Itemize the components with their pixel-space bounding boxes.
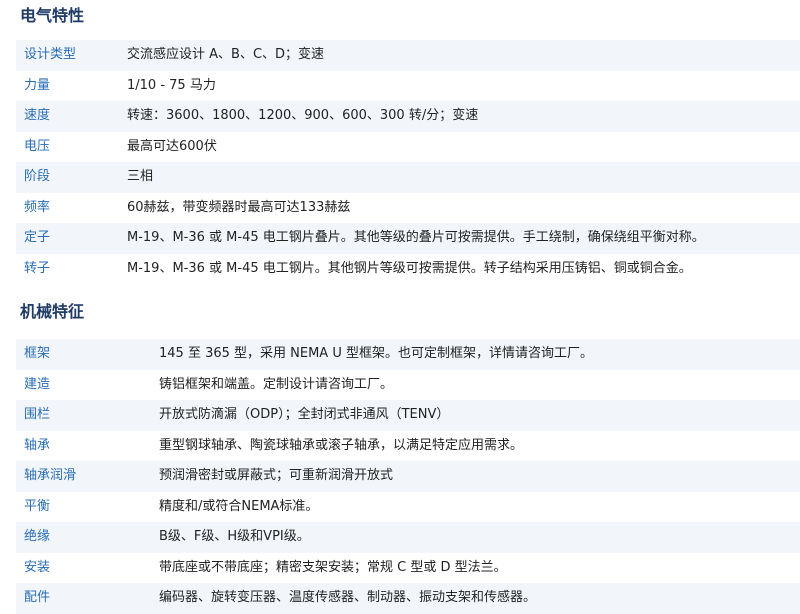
spec-label: 建造: [16, 369, 159, 400]
table-row: 频率 60赫兹，带变频器时最高可达133赫兹: [16, 192, 800, 223]
spec-value: 转速：3600、1800、1200、900、600、300 转/分；变速: [127, 101, 800, 132]
spec-value: 重型钢球轴承、陶瓷球轴承或滚子轴承，以满足特定应用需求。: [159, 430, 800, 461]
table-row: 转子 M-19、M-36 或 M-45 电工钢片。其他钢片等级可按需提供。转子结…: [16, 253, 800, 284]
spec-label: 框架: [16, 339, 159, 370]
spec-label: 安装: [16, 552, 159, 583]
spec-value: 145 至 365 型，采用 NEMA U 型框架。也可定制框架，详情请咨询工厂…: [159, 339, 800, 370]
spec-label: 速度: [16, 101, 127, 132]
electrical-spec-table: 设计类型 交流感应设计 A、B、C、D；变速 力量 1/10 - 75 马力 速…: [16, 40, 800, 284]
mechanical-section-title: 机械特征: [20, 302, 85, 321]
table-row: 阶段 三相: [16, 162, 800, 193]
spec-value: 交流感应设计 A、B、C、D；变速: [127, 40, 800, 71]
table-row: 平衡 精度和/或符合NEMA标准。: [16, 491, 800, 522]
spec-value: 最高可达600伏: [127, 131, 800, 162]
table-row: 设计类型 交流感应设计 A、B、C、D；变速: [16, 40, 800, 71]
table-row: 配件 编码器、旋转变压器、温度传感器、制动器、振动支架和传感器。: [16, 583, 800, 614]
spec-label: 围栏: [16, 400, 159, 431]
spec-page: 电气特性 设计类型 交流感应设计 A、B、C、D；变速 力量 1/10 - 75…: [0, 0, 800, 614]
spec-value: 铸铝框架和端盖。定制设计请咨询工厂。: [159, 369, 800, 400]
spec-label: 绝缘: [16, 522, 159, 553]
spec-value: 编码器、旋转变压器、温度传感器、制动器、振动支架和传感器。: [159, 583, 800, 614]
spec-value: 60赫兹，带变频器时最高可达133赫兹: [127, 192, 800, 223]
spec-label: 配件: [16, 583, 159, 614]
spec-label: 电压: [16, 131, 127, 162]
spec-label: 定子: [16, 223, 127, 254]
spec-value: 带底座或不带底座；精密支架安装；常规 C 型或 D 型法兰。: [159, 552, 800, 583]
spec-label: 力量: [16, 70, 127, 101]
spec-value: 开放式防滴漏（ODP）；全封闭式非通风（TENV）: [159, 400, 800, 431]
table-row: 框架 145 至 365 型，采用 NEMA U 型框架。也可定制框架，详情请咨…: [16, 339, 800, 370]
table-row: 定子 M-19、M-36 或 M-45 电工钢片叠片。其他等级的叠片可按需提供。…: [16, 223, 800, 254]
spec-value: B级、F级、H级和VPI级。: [159, 522, 800, 553]
table-row: 速度 转速：3600、1800、1200、900、600、300 转/分；变速: [16, 101, 800, 132]
spec-value: M-19、M-36 或 M-45 电工钢片。其他钢片等级可按需提供。转子结构采用…: [127, 253, 800, 284]
mechanical-spec-table: 框架 145 至 365 型，采用 NEMA U 型框架。也可定制框架，详情请咨…: [16, 339, 800, 614]
spec-label: 轴承: [16, 430, 159, 461]
spec-value: M-19、M-36 或 M-45 电工钢片叠片。其他等级的叠片可按需提供。手工绕…: [127, 223, 800, 254]
electrical-section-title: 电气特性: [20, 6, 85, 25]
table-row: 轴承 重型钢球轴承、陶瓷球轴承或滚子轴承，以满足特定应用需求。: [16, 430, 800, 461]
spec-label: 转子: [16, 253, 127, 284]
spec-label: 阶段: [16, 162, 127, 193]
table-row: 建造 铸铝框架和端盖。定制设计请咨询工厂。: [16, 369, 800, 400]
spec-label: 设计类型: [16, 40, 127, 71]
table-row: 电压 最高可达600伏: [16, 131, 800, 162]
spec-value: 预润滑密封或屏蔽式；可重新润滑开放式: [159, 461, 800, 492]
spec-value: 精度和/或符合NEMA标准。: [159, 491, 800, 522]
spec-label: 平衡: [16, 491, 159, 522]
table-row: 轴承润滑 预润滑密封或屏蔽式；可重新润滑开放式: [16, 461, 800, 492]
table-row: 力量 1/10 - 75 马力: [16, 70, 800, 101]
spec-label: 轴承润滑: [16, 461, 159, 492]
spec-value: 三相: [127, 162, 800, 193]
spec-value: 1/10 - 75 马力: [127, 70, 800, 101]
table-row: 安装 带底座或不带底座；精密支架安装；常规 C 型或 D 型法兰。: [16, 552, 800, 583]
spec-label: 频率: [16, 192, 127, 223]
table-row: 绝缘 B级、F级、H级和VPI级。: [16, 522, 800, 553]
table-row: 围栏 开放式防滴漏（ODP）；全封闭式非通风（TENV）: [16, 400, 800, 431]
